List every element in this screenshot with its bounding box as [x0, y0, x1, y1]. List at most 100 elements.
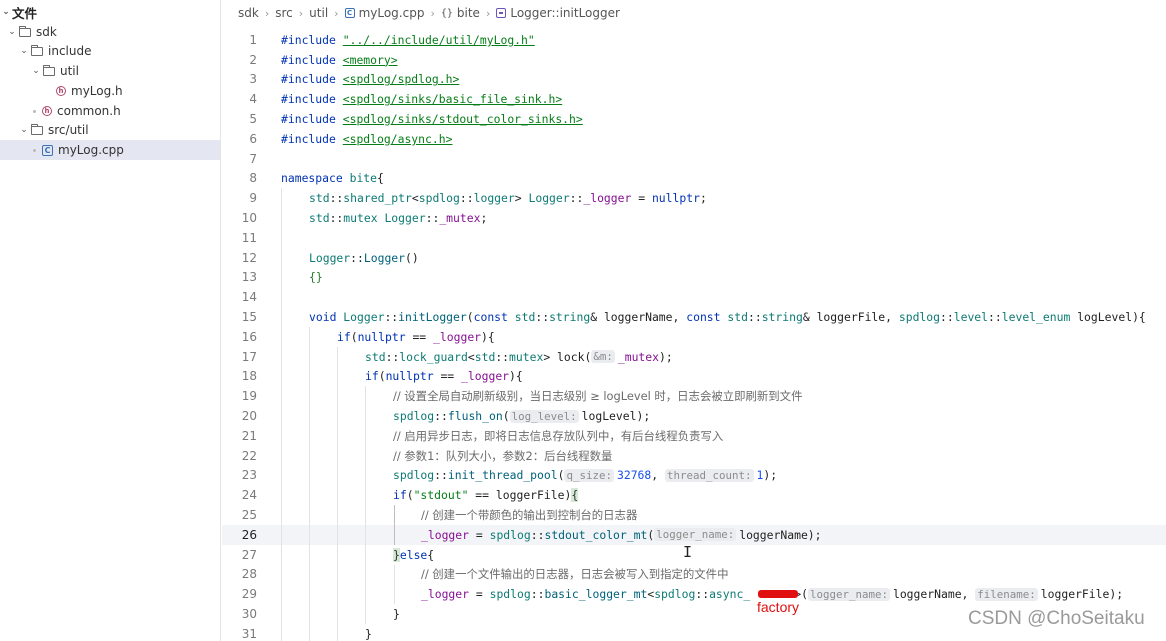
indent-guide — [309, 465, 310, 486]
indent-guide — [281, 406, 282, 426]
code-token[interactable]: <spdlog/sinks/basic_file_sink.h> — [343, 92, 562, 106]
code-line-current[interactable]: 26 _logger = spdlog:: stdout_color_mt(log… — [222, 525, 1166, 545]
code-line[interactable]: 29 _logger = spdlog:: basic_logger_mt < spd… — [222, 584, 1166, 605]
code-line[interactable]: 6 #include <spdlog/async.h> — [222, 129, 1166, 149]
tree-item-mylog-h[interactable]: h myLog.h — [0, 81, 220, 101]
code-line[interactable]: 10 std:: mutex Logger:: _mutex; — [222, 208, 1166, 228]
line-number: 27 — [241, 547, 257, 562]
code-line[interactable]: 25 // 创建一个带颜色的输出到控制台的日志器 — [222, 505, 1166, 525]
code-editor[interactable]: 1 #include "../../include/util/myLog.h" … — [222, 30, 1166, 641]
code-token: 32768 — [616, 468, 652, 483]
code-token: nullptr — [357, 329, 406, 344]
indent-guide — [365, 604, 366, 624]
code-token: loggerFile — [816, 310, 886, 325]
breadcrumb-item[interactable]: util — [309, 6, 328, 20]
code-line[interactable]: 18 if(nullptr == _logger){ — [222, 366, 1166, 387]
explorer-header[interactable]: ⌄ 文件 — [0, 2, 220, 22]
chevron-down-icon[interactable]: ⌄ — [0, 7, 12, 17]
line-number: 14 — [241, 290, 257, 305]
code-token: std — [309, 191, 330, 206]
breadcrumb-item[interactable]: src — [275, 6, 293, 20]
code-line[interactable]: 17 std:: lock_guard < std:: mutex > lock(&m: _… — [222, 346, 1166, 367]
code-line[interactable]: 23 spdlog:: init_thread_pool(q_size: 32768… — [222, 465, 1166, 486]
tree-item-util[interactable]: ⌄ util — [0, 61, 220, 81]
line-number: 3 — [249, 72, 257, 87]
code-line[interactable]: 7 — [222, 149, 1166, 169]
dot-icon — [33, 148, 36, 152]
indent-guide — [281, 604, 282, 624]
parameter-hint: log_level: — [509, 409, 579, 423]
tree-item-label: include — [48, 44, 92, 58]
indent-guide — [281, 564, 282, 585]
line-number: 2 — [249, 52, 257, 67]
code-token[interactable]: <spdlog/spdlog.h> — [343, 72, 460, 86]
code-line[interactable]: 11 — [222, 228, 1166, 248]
code-token: std — [514, 310, 536, 325]
code-token: lock_guard — [399, 349, 468, 364]
code-line[interactable]: 3 #include <spdlog/spdlog.h> — [222, 70, 1166, 90]
breadcrumb-item[interactable]: sdk — [238, 6, 259, 20]
code-token[interactable]: <memory> — [343, 53, 398, 67]
indent-guide — [337, 465, 338, 486]
tree-item-sdk[interactable]: ⌄ sdk — [0, 22, 220, 42]
cpp-file-icon: C — [42, 144, 53, 156]
code-line[interactable]: 2 #include <memory> — [222, 50, 1166, 70]
line-number: 4 — [249, 92, 257, 107]
indent-guide — [365, 485, 366, 506]
code-line[interactable]: 21 // 启用异步日志，即将日志信息存放队列中，有后台线程负责写入 — [222, 426, 1166, 446]
code-line[interactable]: 24 if("stdout" == loggerFile){ — [222, 485, 1166, 506]
tree-item-mylog-cpp[interactable]: C myLog.cpp — [0, 140, 220, 160]
code-line[interactable]: 19 // 设置全局自动刷新级别，当日志级别 ≥ logLevel 时，日志会被… — [222, 386, 1166, 407]
line-number: 12 — [241, 250, 257, 265]
indent-guide — [281, 327, 282, 347]
code-line[interactable]: 13 {} — [222, 267, 1166, 288]
indent-guide — [281, 228, 282, 248]
code-line[interactable]: 22 // 参数1：队列大小，参数2：后台线程数量 — [222, 445, 1166, 466]
line-number: 7 — [249, 151, 257, 166]
folder-icon — [31, 44, 43, 56]
breadcrumb-item[interactable]: bite — [457, 6, 480, 20]
indent-guide — [365, 406, 366, 426]
code-token: _logger — [583, 191, 632, 206]
chevron-down-icon[interactable]: ⌄ — [18, 125, 30, 135]
tree-item-include[interactable]: ⌄ include — [0, 41, 220, 61]
chevron-down-icon[interactable]: ⌄ — [30, 66, 42, 76]
code-line[interactable]: 15 void Logger:: initLogger(const std:: st… — [222, 307, 1166, 327]
code-line[interactable]: 27 } else{ — [222, 544, 1166, 565]
line-number: 13 — [241, 270, 257, 285]
line-number: 5 — [249, 112, 257, 127]
line-number: 15 — [241, 310, 257, 325]
code-line[interactable]: 5 #include <spdlog/sinks/stdout_color_si… — [222, 109, 1166, 129]
code-line[interactable]: 28 // 创建一个文件输出的日志器，日志会被写入到指定的文件中 — [222, 564, 1166, 585]
code-token[interactable]: "../../include/util/myLog.h" — [343, 33, 535, 47]
code-line[interactable]: 16 if(nullptr == _logger){ — [222, 327, 1166, 347]
code-token: "stdout" — [413, 488, 469, 503]
tree-item-src-util[interactable]: ⌄ src/util — [0, 120, 220, 140]
cpp-file-icon: C — [344, 8, 355, 18]
code-line[interactable]: 12 Logger:: Logger() — [222, 247, 1166, 268]
indent-guide — [281, 426, 282, 446]
tree-item-common-h[interactable]: h common.h — [0, 101, 220, 121]
tree-item-label: util — [60, 64, 79, 78]
code-line[interactable]: 9 std:: shared_ptr < spdlog:: logger > Logger… — [222, 188, 1166, 209]
code-line[interactable]: 1 #include "../../include/util/myLog.h" — [222, 30, 1166, 50]
code-line[interactable]: 8 namespace bite{ — [222, 169, 1166, 189]
code-line[interactable]: 14 — [222, 287, 1166, 308]
chevron-down-icon[interactable]: ⌄ — [6, 27, 18, 37]
breadcrumb-item[interactable]: Logger::initLogger — [510, 6, 620, 20]
chevron-right-icon: › — [334, 6, 339, 20]
chevron-down-icon[interactable]: ⌄ — [18, 46, 30, 56]
code-line[interactable]: 4 #include <spdlog/sinks/basic_file_sink… — [222, 89, 1166, 109]
line-number: 25 — [241, 508, 257, 523]
code-token[interactable]: <spdlog/sinks/stdout_color_sinks.h> — [343, 112, 583, 126]
code-token: loggerFile — [495, 488, 565, 503]
indent-guide — [281, 485, 282, 506]
indent-guide — [309, 604, 310, 624]
code-line[interactable]: 20 spdlog:: flush_on(log_level: logLevel); — [222, 406, 1166, 426]
indent-guide — [309, 386, 310, 407]
code-token: std — [309, 211, 330, 226]
code-token[interactable]: <spdlog/async.h> — [343, 132, 453, 146]
indent-guide — [309, 366, 310, 387]
breadcrumb-item[interactable]: myLog.cpp — [359, 6, 425, 20]
parameter-hint: filename: — [975, 587, 1038, 601]
